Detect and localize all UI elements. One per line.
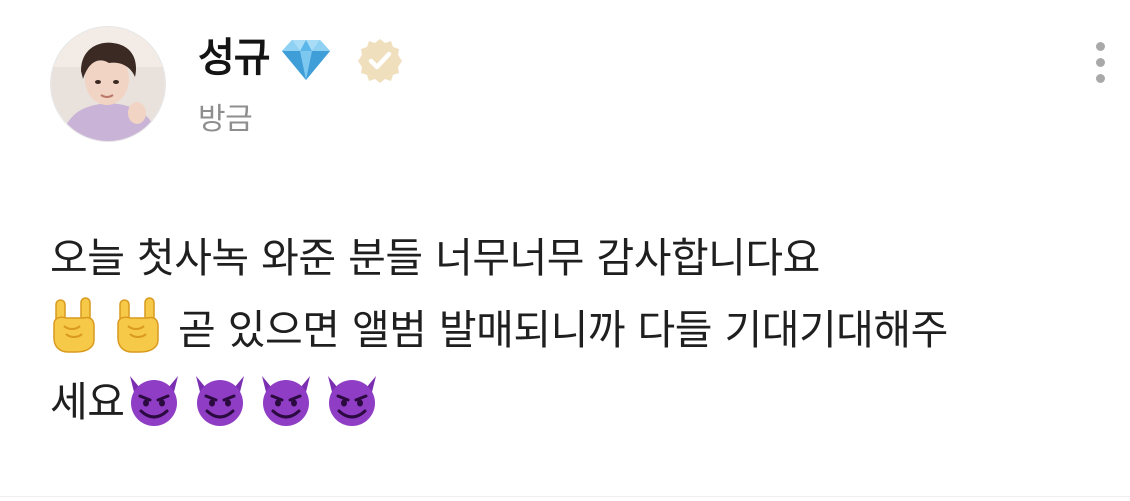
post-body: 오늘 첫사녹 와준 분들 너무너무 감사합니다요 곧 있으면 앨범 발매되니까 … — [50, 222, 1120, 438]
author-name[interactable]: 성규 — [198, 32, 271, 84]
menu-dot — [1096, 42, 1105, 51]
menu-dot — [1096, 74, 1105, 83]
smiling-devil-emoji — [262, 376, 311, 426]
post-body-line-2-text: 곧 있으면 앨범 발매되니까 다들 기대기대해주 — [178, 306, 948, 354]
more-vertical-icon[interactable] — [1086, 38, 1116, 88]
post-timestamp: 방금 — [198, 102, 253, 137]
author-avatar[interactable] — [50, 26, 166, 142]
post-body-line-1: 오늘 첫사녹 와준 분들 너무너무 감사합니다요 — [50, 234, 820, 282]
avatar-photo — [51, 27, 165, 141]
sign-of-the-horns-emoji — [53, 297, 95, 353]
menu-dot — [1096, 58, 1105, 67]
smiling-devil-emoji — [130, 376, 179, 426]
verified-icon — [358, 39, 402, 83]
bottom-divider — [0, 496, 1130, 497]
sign-of-the-horns-emoji — [117, 297, 159, 353]
post-body-line-3-text: 세요 — [50, 378, 125, 426]
smiling-devil-emoji — [328, 376, 377, 426]
post-body-line-2: 곧 있으면 앨범 발매되니까 다들 기대기대해주 — [50, 294, 1120, 366]
post-card: 성규 방금 오늘 첫사녹 와준 분들 너무너무 감사합니다요 곧 있으면 앨범 … — [0, 0, 1130, 501]
diamond-icon — [282, 40, 330, 80]
smiling-devil-emoji — [196, 376, 245, 426]
post-body-line-3: 세요 — [50, 366, 1120, 438]
